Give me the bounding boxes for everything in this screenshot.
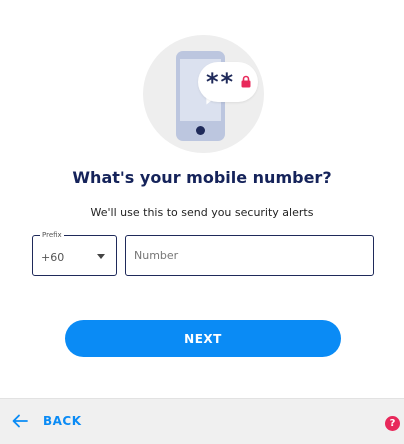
footer-bar: BACK ?	[0, 398, 404, 444]
next-button[interactable]: NEXT	[65, 320, 341, 357]
arrow-left-icon[interactable]	[12, 414, 28, 428]
number-input[interactable]	[134, 236, 364, 275]
back-button[interactable]: BACK	[12, 414, 82, 428]
page-title: What's your mobile number?	[72, 168, 332, 187]
back-label[interactable]: BACK	[43, 414, 82, 428]
masked-code-text: **	[206, 68, 236, 96]
phone-home-button	[196, 126, 205, 135]
page-subtitle: We'll use this to send you security aler…	[90, 206, 314, 219]
help-icon[interactable]: ?	[385, 416, 400, 431]
phone-illustration: **	[143, 35, 264, 153]
prefix-value: +60	[41, 251, 65, 264]
chevron-down-icon[interactable]	[97, 254, 105, 259]
prefix-label: Prefix	[40, 230, 64, 240]
number-field[interactable]	[125, 235, 374, 276]
chat-bubble-icon: **	[198, 62, 258, 102]
prefix-select[interactable]: Prefix +60	[32, 230, 117, 276]
lock-icon	[241, 75, 251, 88]
